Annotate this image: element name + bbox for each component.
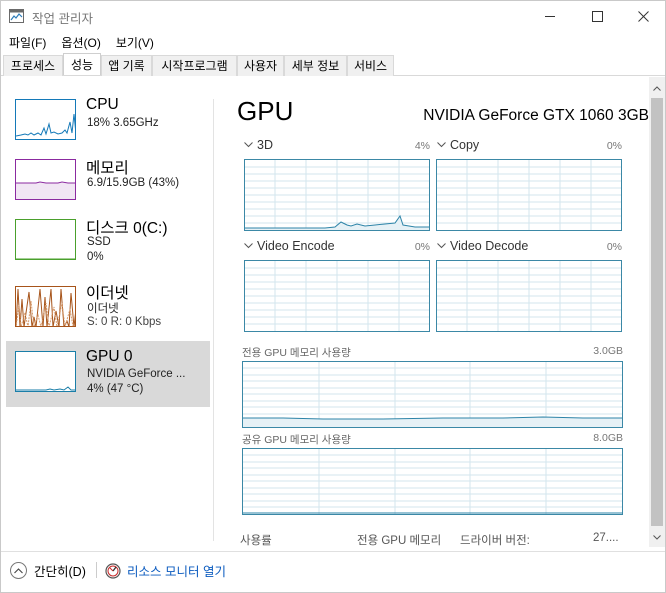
engine-name-3d: 3D bbox=[257, 138, 273, 152]
chevron-down-icon bbox=[244, 142, 253, 148]
engine-percent-video-decode: 0% bbox=[606, 241, 622, 253]
vertical-scrollbar[interactable] bbox=[649, 77, 665, 547]
sidebar-item-gpu[interactable]: GPU 0 NVIDIA GeForce ... 4% (47 °C) bbox=[6, 341, 210, 407]
stat-dedicated-memory-label: 전용 GPU 메모리 bbox=[357, 535, 442, 547]
shared-memory-graph bbox=[242, 448, 623, 515]
gpu-detail-panel: GPU NVIDIA GeForce GTX 1060 3GB 3D 4% Co… bbox=[215, 77, 649, 547]
menu-file[interactable]: 파일(F) bbox=[1, 32, 53, 52]
memory-thumbnail-graph bbox=[15, 159, 76, 200]
sidebar-item-cpu[interactable]: CPU 18% 3.65GHz bbox=[6, 89, 210, 155]
window-title: 작업 관리자 bbox=[32, 12, 93, 26]
sidebar-item-ethernet-throughput: S: 0 R: 0 Kbps bbox=[87, 316, 162, 328]
sidebar-item-memory-usage: 6.9/15.9GB (43%) bbox=[87, 177, 180, 189]
engine-selector-video-encode[interactable]: Video Encode bbox=[244, 239, 335, 253]
chevron-up-icon bbox=[653, 85, 661, 91]
disk-thumbnail-graph bbox=[15, 219, 76, 260]
sidebar-item-disk-title: 디스크 0(C:) bbox=[86, 220, 168, 237]
tab-startup[interactable]: 시작프로그램 bbox=[152, 55, 237, 76]
chevron-down-icon bbox=[653, 534, 661, 540]
sidebar-item-gpu-title: GPU 0 bbox=[86, 348, 133, 365]
resource-monitor-label: 리소스 모니터 열기 bbox=[127, 565, 226, 579]
sidebar-item-cpu-title: CPU bbox=[86, 96, 119, 113]
dedicated-memory-label: 전용 GPU 메모리 사용량 bbox=[242, 347, 351, 359]
shared-memory-label: 공유 GPU 메모리 사용량 bbox=[242, 434, 351, 446]
engine-name-copy: Copy bbox=[450, 138, 480, 152]
sidebar-item-cpu-usage: 18% 3.65GHz bbox=[87, 117, 159, 129]
resource-list: CPU 18% 3.65GHz 메모리 6.9/15.9GB (43%) 디스크… bbox=[1, 77, 213, 547]
maximize-icon bbox=[591, 10, 603, 22]
stat-driver-version-label: 드라이버 버전: bbox=[460, 535, 530, 547]
bottom-divider bbox=[96, 562, 97, 578]
engine-selector-3d[interactable]: 3D bbox=[244, 138, 273, 152]
menu-options[interactable]: 옵션(O) bbox=[53, 32, 107, 52]
fewer-details-button[interactable]: 간단히(D) bbox=[10, 561, 86, 580]
tab-processes[interactable]: 프로세스 bbox=[3, 55, 63, 76]
stat-utilization-label: 사용률 bbox=[240, 535, 272, 547]
engine-percent-3d: 4% bbox=[414, 140, 430, 152]
sidebar-item-disk-type: SSD bbox=[87, 236, 111, 248]
ethernet-thumbnail-graph bbox=[15, 286, 76, 327]
cpu-thumbnail-graph bbox=[15, 99, 76, 140]
sidebar-item-gpu-usage: 4% (47 °C) bbox=[87, 383, 144, 395]
chevron-down-icon bbox=[437, 142, 446, 148]
close-button[interactable] bbox=[620, 1, 666, 31]
graph-video-encode bbox=[244, 260, 430, 332]
close-icon bbox=[637, 10, 649, 22]
stat-driver-version-value: 27.... bbox=[593, 532, 619, 544]
tab-performance[interactable]: 성능 bbox=[63, 53, 101, 75]
minimize-icon bbox=[544, 15, 555, 17]
maximize-button[interactable] bbox=[574, 1, 620, 31]
sidebar-item-disk-usage: 0% bbox=[87, 251, 104, 263]
chevron-down-icon bbox=[244, 243, 253, 249]
tab-services[interactable]: 서비스 bbox=[347, 55, 394, 76]
engine-name-video-decode: Video Decode bbox=[450, 239, 529, 253]
sidebar-item-ethernet[interactable]: 이더넷 이더넷 S: 0 R: 0 Kbps bbox=[6, 276, 210, 342]
chevron-down-icon bbox=[437, 243, 446, 249]
tab-app-history[interactable]: 앱 기록 bbox=[101, 55, 152, 76]
menu-bar: 파일(F) 옵션(O) 보기(V) bbox=[1, 32, 161, 52]
scroll-down-button[interactable] bbox=[649, 528, 665, 546]
sidebar-item-gpu-name: NVIDIA GeForce ... bbox=[87, 368, 186, 380]
scroll-up-button[interactable] bbox=[649, 79, 665, 97]
gpu-model-name: NVIDIA GeForce GTX 1060 3GB bbox=[423, 107, 649, 124]
page-title: GPU bbox=[237, 96, 294, 126]
fewer-details-label: 간단히(D) bbox=[34, 565, 86, 579]
sidebar-item-disk[interactable]: 디스크 0(C:) SSD 0% bbox=[6, 209, 210, 275]
graph-video-decode bbox=[436, 260, 622, 332]
tab-bar: 프로세스 성능 앱 기록 시작프로그램 사용자 세부 정보 서비스 bbox=[1, 53, 665, 76]
engine-selector-copy[interactable]: Copy bbox=[437, 138, 479, 152]
dedicated-memory-max: 3.0GB bbox=[593, 345, 623, 357]
sidebar-item-memory-title: 메모리 bbox=[86, 160, 129, 177]
open-resource-monitor-link[interactable]: 리소스 모니터 열기 bbox=[105, 561, 226, 580]
graph-copy bbox=[436, 159, 622, 231]
engine-percent-copy: 0% bbox=[606, 140, 622, 152]
task-manager-icon bbox=[9, 9, 24, 23]
shared-memory-max: 8.0GB bbox=[593, 432, 623, 444]
scrollbar-thumb[interactable] bbox=[651, 98, 663, 526]
resource-monitor-icon bbox=[105, 562, 121, 579]
engine-selector-video-decode[interactable]: Video Decode bbox=[437, 239, 528, 253]
gpu-thumbnail-graph bbox=[15, 351, 76, 392]
engine-name-video-encode: Video Encode bbox=[257, 239, 335, 253]
task-manager-window: 작업 관리자 파일(F) 옵션(O) 보기(V) 프로세스 성능 앱 기록 시작… bbox=[0, 0, 666, 593]
sidebar-item-ethernet-name: 이더넷 bbox=[87, 303, 119, 315]
tab-users[interactable]: 사용자 bbox=[237, 55, 284, 76]
menu-view[interactable]: 보기(V) bbox=[108, 32, 161, 52]
engine-percent-video-encode: 0% bbox=[414, 241, 430, 253]
title-bar[interactable]: 작업 관리자 bbox=[1, 1, 665, 31]
tab-details[interactable]: 세부 정보 bbox=[284, 55, 347, 76]
chevron-up-circle-icon bbox=[10, 562, 27, 579]
minimize-button[interactable] bbox=[527, 1, 573, 31]
dedicated-memory-graph bbox=[242, 361, 623, 428]
panel-splitter[interactable] bbox=[213, 99, 214, 541]
sidebar-item-memory[interactable]: 메모리 6.9/15.9GB (43%) bbox=[6, 149, 210, 215]
graph-3d bbox=[244, 159, 430, 231]
bottom-bar: 간단히(D) 리소스 모니터 열기 bbox=[1, 551, 665, 592]
